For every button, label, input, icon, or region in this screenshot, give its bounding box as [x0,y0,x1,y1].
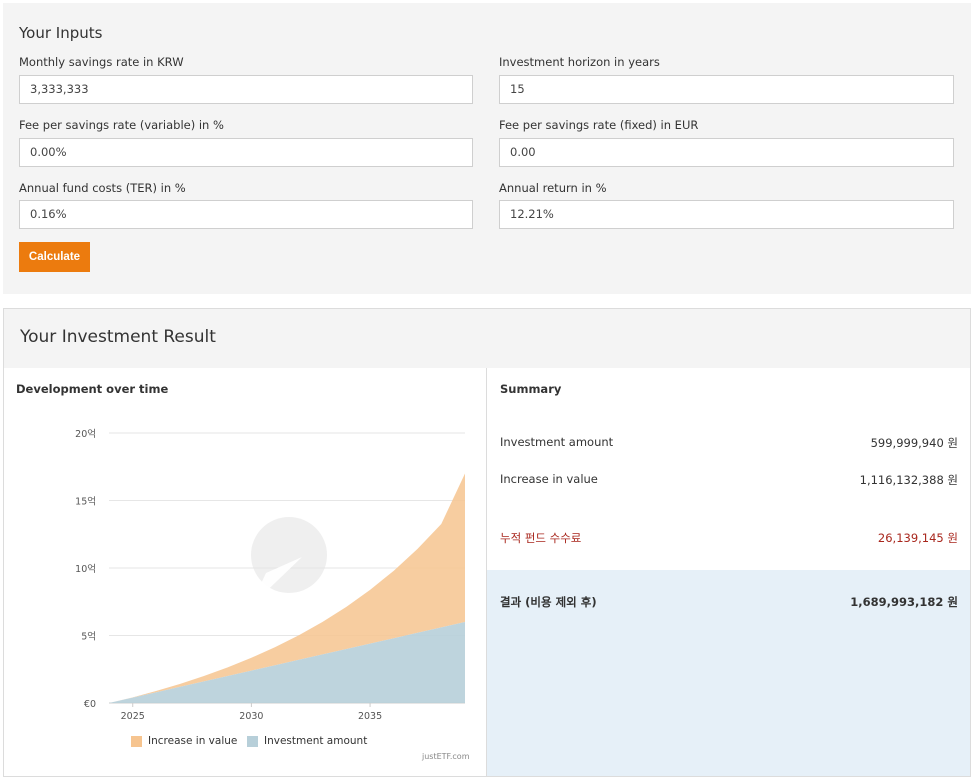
monthly-savings-label: Monthly savings rate in KRW [19,55,184,69]
inputs-title: Your Inputs [19,24,103,42]
legend-investment[interactable]: Investment amount [247,735,367,747]
result-title: Your Investment Result [20,327,216,347]
monthly-savings-input[interactable]: 3,333,333 [19,75,473,104]
legend-increase[interactable]: Increase in value [131,735,237,747]
development-title: Development over time [16,382,169,396]
investment-amount-value: 599,999,940 원 [870,436,958,450]
summary-title: Summary [500,382,562,396]
fee-fixed-input[interactable]: 0.00 [499,138,954,167]
chart-svg: €0 5억 10억 15억 20억 2025 2030 2035 [75,428,465,722]
fees-value: 26,139,145 원 [877,531,958,545]
legend-investment-label: Investment amount [264,735,368,747]
increase-label: Increase in value [500,472,598,486]
y-tick-label: €0 [84,699,96,710]
y-tick-label: 5억 [81,631,96,643]
fee-fixed-label: Fee per savings rate (fixed) in EUR [499,118,699,132]
inputs-panel: Your Inputs Monthly savings rate in KRW … [3,3,971,294]
summary-panel: Summary Investment amount 599,999,940 원 … [487,368,970,776]
fee-variable-label: Fee per savings rate (variable) in % [19,118,224,132]
investment-amount-label: Investment amount [500,435,614,449]
horizon-input[interactable]: 15 [499,75,954,104]
total-box: 결과 (비용 제외 후) 1,689,993,182 원 [487,570,970,776]
chart-credit[interactable]: justETF.com [422,752,469,761]
y-tick-label: 20억 [75,428,96,440]
fee-variable-input[interactable]: 0.00% [19,138,473,167]
ter-input[interactable]: 0.16% [19,200,473,229]
annual-return-label: Annual return in % [499,181,607,195]
total-label: 결과 (비용 제외 후) [500,595,597,609]
increase-value: 1,116,132,388 원 [859,473,958,487]
legend-investment-swatch [247,735,258,747]
total-value: 1,689,993,182 원 [850,595,958,609]
legend-increase-swatch [131,735,142,747]
annual-return-input[interactable]: 12.21% [499,200,954,229]
horizon-label: Investment horizon in years [499,55,660,69]
y-tick-label: 10억 [75,563,96,575]
ter-label: Annual fund costs (TER) in % [19,181,186,195]
calculate-button[interactable]: Calculate [19,242,90,272]
result-panel: Your Investment Result Development over … [3,308,971,777]
result-header: Your Investment Result [4,309,970,368]
development-chart: €0 5억 10억 15억 20억 2025 2030 2035 [4,397,484,767]
x-tick-label: 2025 [121,711,145,722]
legend-increase-label: Increase in value [148,735,238,747]
x-tick-label: 2035 [358,711,382,722]
y-tick-label: 15억 [75,496,96,508]
fees-label: 누적 펀드 수수료 [500,531,582,545]
x-tick-label: 2030 [239,711,263,722]
justetf-watermark [250,517,327,607]
